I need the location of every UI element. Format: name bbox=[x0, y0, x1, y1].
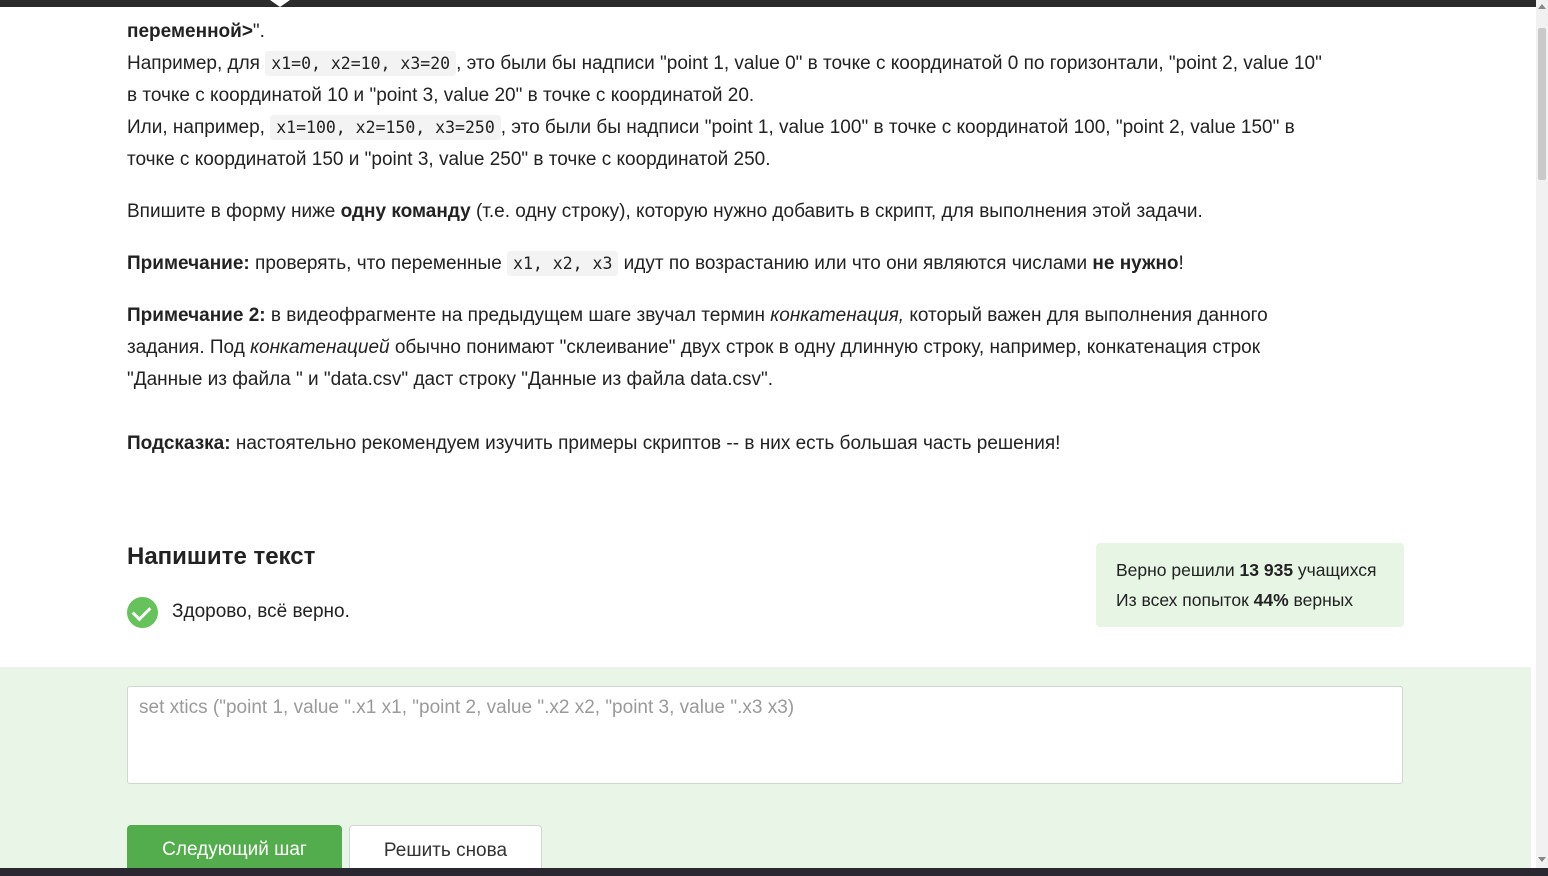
attempts-line: Из всех попыток 44% верных bbox=[1116, 590, 1354, 610]
bottom-bar bbox=[0, 868, 1548, 876]
top-bar-notch bbox=[270, 0, 290, 7]
note-2-line-3: "Данные из файла " и "data.csv" даст стр… bbox=[127, 369, 774, 390]
stats-panel: Верно решили 13 935 учащихся Из всех поп… bbox=[1096, 543, 1404, 627]
task-line-0: переменной>". bbox=[127, 21, 265, 42]
note-2-paragraph: Примечание 2: в видеофрагменте на предыд… bbox=[127, 305, 1268, 326]
vertical-scrollbar[interactable] bbox=[1536, 0, 1548, 868]
answer-textarea[interactable]: set xtics ("point 1, value ".x1 x1, "poi… bbox=[127, 686, 1403, 784]
hint-paragraph: Подсказка: настоятельно рекомендуем изуч… bbox=[127, 433, 1061, 454]
example-1-line: Например, для x1=0, x2=10, x3=20, это бы… bbox=[127, 51, 1322, 76]
code-snippet: x1=0, x2=10, x3=20 bbox=[265, 51, 457, 76]
note-1-paragraph: Примечание: проверять, что переменные x1… bbox=[127, 251, 1184, 276]
answer-value: set xtics ("point 1, value ".x1 x1, "poi… bbox=[139, 697, 795, 718]
example-2-line-2: точке с координатой 150 и "point 3, valu… bbox=[127, 149, 771, 170]
solved-count-line: Верно решили 13 935 учащихся bbox=[1116, 560, 1377, 580]
check-circle-icon bbox=[127, 596, 158, 628]
note-2-line-2: задания. Под конкатенацией обычно понима… bbox=[127, 337, 1261, 358]
example-1-line-2: в точке с координатой 10 и "point 3, val… bbox=[127, 85, 755, 106]
success-message: Здорово, всё верно. bbox=[172, 601, 350, 622]
scroll-up-arrow-icon[interactable] bbox=[1538, 4, 1546, 9]
scroll-thumb[interactable] bbox=[1538, 28, 1546, 180]
scroll-down-arrow-icon[interactable] bbox=[1538, 857, 1546, 862]
example-2-line: Или, например, x1=100, x2=150, x3=250, э… bbox=[127, 115, 1295, 140]
top-bar bbox=[0, 0, 1536, 7]
instruction-paragraph: Впишите в форму ниже одну команду (т.е. … bbox=[127, 201, 1203, 222]
code-snippet: x1=100, x2=150, x3=250 bbox=[270, 115, 501, 140]
answer-section-title: Напишите текст bbox=[127, 543, 316, 570]
success-status: Здорово, всё верно. bbox=[127, 596, 350, 628]
code-snippet: x1, x2, x3 bbox=[507, 251, 619, 276]
